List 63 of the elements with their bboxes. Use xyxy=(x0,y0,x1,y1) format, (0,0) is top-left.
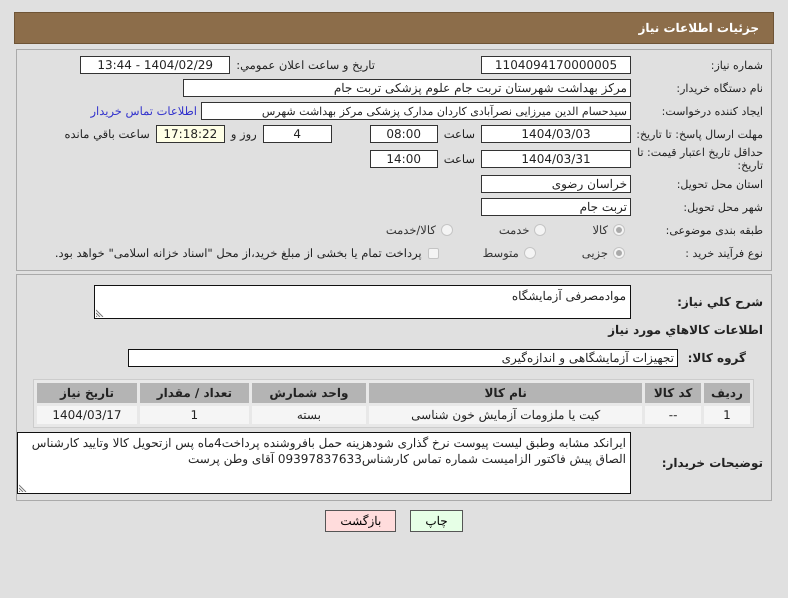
field-label: ایجاد کننده درخواست: xyxy=(660,104,764,118)
text-field[interactable]: 4 xyxy=(262,125,332,143)
radio-label: کالا xyxy=(592,223,608,237)
field-label: ساعت باقي مانده xyxy=(64,127,151,141)
radio-label: خدمت xyxy=(498,223,530,237)
description-area[interactable]: موادمصرفی آزمایشگاه xyxy=(94,285,631,319)
text-field[interactable]: 1404/03/31 xyxy=(481,150,631,168)
text-field[interactable]: مرکز بهداشت شهرستان تربت جام علوم پزشکی تربت جام xyxy=(183,79,631,97)
field-label: ساعت xyxy=(442,152,476,166)
checkbox-label: پرداخت تمام یا بخشی از مبلغ خرید،از محل "اسناد خزانه اسلامی" خواهد بود. xyxy=(54,246,422,260)
field-label: طبقه بندی موضوعی: xyxy=(664,224,764,236)
field-label: مهلت ارسال پاسخ: تا تاریخ: xyxy=(635,128,764,140)
column-header: کد کالا xyxy=(645,383,701,403)
checkbox[interactable] xyxy=(428,248,439,258)
text-field[interactable]: خراسان رضوی xyxy=(481,175,631,193)
field-label: شهر محل تحویل: xyxy=(682,200,764,214)
table-cell: کیت یا ملزومات آزمایش خون شناسی xyxy=(369,406,642,424)
text-field[interactable]: 17:18:22 xyxy=(156,125,225,143)
field-label: روز و xyxy=(229,127,258,141)
field-label: تاریخ و ساعت اعلان عمومي: xyxy=(235,58,376,72)
column-header: ردیف xyxy=(704,383,750,403)
text-field[interactable]: تجهیزات آزمایشگاهی و اندازه‌گیری xyxy=(128,349,678,367)
back-button[interactable]: بازگشت xyxy=(325,510,396,532)
text-field[interactable]: سیدحسام الدین میرزایی نصرآبادی کاردان مدارک پزشکی مرکز بهداشت شهرس xyxy=(201,102,631,120)
text-field[interactable]: 08:00 xyxy=(370,125,438,143)
radio-button[interactable] xyxy=(613,247,625,259)
section-heading: اطلاعات کالاهاي مورد نیاز xyxy=(606,323,764,337)
field-label: نام دستگاه خریدار: xyxy=(675,82,764,94)
radio-button[interactable] xyxy=(613,224,625,236)
column-header: تعداد / مقدار xyxy=(140,383,249,403)
field-label: توضیحات خریدار: xyxy=(660,456,764,470)
text-field[interactable]: 1104094170000005 xyxy=(481,56,631,74)
table-cell: -- xyxy=(645,406,701,424)
field-label: ساعت xyxy=(442,127,476,141)
notes-area[interactable]: ایرانکد مشابه وطبق لیست پیوست نرخ گذاری شودهزینه حمل بافروشنده پرداخت4ماه پس ازتحویل کالا وتایید کارشناس الصاق پیش فاکتور الزامیست شماره تماس کارشناس09397837633 آقای وطن پرست xyxy=(17,432,631,494)
field-label: شرح کلي نیاز: xyxy=(676,294,764,310)
resize-grip-icon[interactable] xyxy=(19,484,27,492)
radio-button[interactable] xyxy=(534,224,546,236)
radio-label: کالا/خدمت xyxy=(386,223,436,237)
column-header: نام کالا xyxy=(369,383,642,403)
column-header: تاریخ نیاز xyxy=(37,383,137,403)
radio-label: متوسط xyxy=(482,246,519,260)
print-button[interactable]: چاپ xyxy=(410,510,463,532)
field-label: نوع فرآیند خرید : xyxy=(684,246,764,260)
table-cell: 1404/03/17 xyxy=(37,406,137,424)
page-header: جزئیات اطلاعات نیاز xyxy=(14,12,774,44)
radio-button[interactable] xyxy=(524,247,536,259)
text-field[interactable]: 1404/02/29 - 13:44 xyxy=(80,56,230,74)
buyer-contact-link[interactable]: اطلاعات تماس خریدار xyxy=(90,104,201,118)
text-field[interactable]: تربت جام xyxy=(481,198,631,216)
radio-label: جزیی xyxy=(582,246,608,260)
column-header: واحد شمارش xyxy=(252,383,366,403)
table-cell: 1 xyxy=(140,406,249,424)
text-field[interactable]: 14:00 xyxy=(370,150,438,168)
table-cell: بسته xyxy=(252,406,366,424)
table-cell: 1 xyxy=(704,406,750,424)
field-label: گروه کالا: xyxy=(686,350,747,366)
field-label: حداقل تاریخ اعتبار قیمت: تا تاریخ: xyxy=(636,146,764,172)
text-field[interactable]: 1404/03/03 xyxy=(481,125,631,143)
field-label: استان محل تحویل: xyxy=(676,178,764,190)
field-label: شماره نیاز: xyxy=(710,58,764,72)
radio-button[interactable] xyxy=(440,224,453,236)
resize-grip-icon[interactable] xyxy=(96,309,104,317)
